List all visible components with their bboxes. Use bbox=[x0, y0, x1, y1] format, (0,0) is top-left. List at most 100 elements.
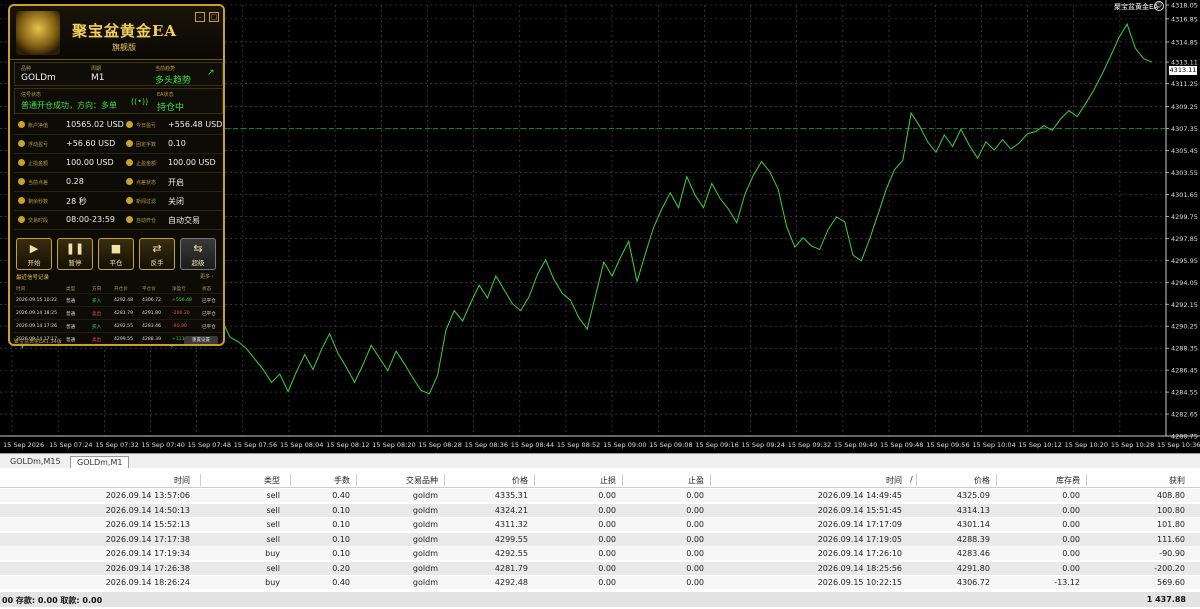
symbol-label: 品种 bbox=[21, 66, 32, 72]
stat-value: 08:00-23:59 bbox=[66, 215, 115, 224]
super-button[interactable]: ⇆ 超级 bbox=[180, 238, 216, 270]
signal-log-title: 最近信号记录 bbox=[16, 275, 50, 281]
table-row[interactable]: 2026.09.14 17:17:38 sell 0.10 goldm 4299.55 0… bbox=[0, 532, 1200, 546]
table-row[interactable]: 2026.09.14 17:26:38 sell 0.20 goldm 4281.79 0… bbox=[0, 561, 1200, 575]
minimize-icon[interactable]: – bbox=[195, 12, 205, 22]
log-cell: 已平仓 bbox=[202, 325, 216, 330]
log-cell: 4299.55 bbox=[114, 337, 133, 342]
ea-state-label: EA状态 bbox=[157, 92, 174, 98]
column-separator[interactable] bbox=[710, 474, 711, 486]
close-position-button[interactable]: ■ 平仓 bbox=[98, 238, 134, 270]
table-row[interactable]: 2026.09.14 18:26:24 buy 0.40 goldm 4292.48 0.… bbox=[0, 576, 1200, 589]
stat-label: 自动开仓 bbox=[136, 218, 157, 224]
column-separator[interactable] bbox=[1086, 474, 1087, 486]
log-cell: 卖出 bbox=[92, 338, 102, 343]
column-separator[interactable] bbox=[356, 474, 357, 486]
column-header[interactable]: 价格 bbox=[974, 475, 990, 486]
column-header[interactable]: 价格 bbox=[512, 475, 528, 486]
total-summary: 00 存款: 0.00 取款: 0.00 bbox=[2, 596, 103, 605]
log-row: 2026.09.14 18:25 普通 卖出 4281.79 4291.80 -200.2… bbox=[14, 307, 223, 320]
table-cell: 0.10 bbox=[332, 549, 350, 558]
column-header[interactable]: / bbox=[910, 475, 913, 484]
ea-smiley-icon: ☺ bbox=[1154, 1, 1164, 11]
info-row-signal: 信号状态 普通开仓成功，方向：多单 ((•)) EA状态 持仓中 bbox=[14, 88, 223, 114]
ea-panel[interactable]: 聚宝盆黄金EA 旗舰版 – ▢ 品种 GOLDm 周期 M1 当前趋势 多头趋势… bbox=[8, 4, 225, 346]
time-tick-label: 15 Sep 07:24 bbox=[49, 441, 92, 449]
column-separator[interactable] bbox=[622, 474, 623, 486]
table-cell: goldm bbox=[412, 505, 438, 515]
stat-label: 止盈金额 bbox=[136, 161, 157, 167]
time-tick-label: 15 Sep 10:04 bbox=[972, 441, 1015, 449]
log-cell: 4292.48 bbox=[114, 298, 133, 303]
column-separator[interactable] bbox=[916, 474, 917, 486]
ea-logo-icon bbox=[16, 11, 60, 55]
column-header[interactable]: 止盈 bbox=[688, 475, 704, 486]
reverse-button[interactable]: ⇄ 反手 bbox=[139, 238, 175, 270]
close-icon[interactable]: ▢ bbox=[209, 12, 219, 22]
signal-log-header: 最近信号记录 更多 › bbox=[14, 272, 223, 282]
price-tick-label: 4305.45 bbox=[1171, 147, 1198, 155]
table-row[interactable]: 2026.09.14 15:52:13 sell 0.10 goldm 4311.32 0… bbox=[0, 518, 1200, 531]
table-row[interactable]: 2026.09.14 13:57:06 sell 0.40 goldm 4335.31 0… bbox=[0, 489, 1200, 502]
log-more-link[interactable]: 更多 › bbox=[200, 273, 214, 280]
table-row[interactable]: 2026.09.14 14:50:13 sell 0.10 goldm 4324.21 0… bbox=[0, 503, 1200, 517]
table-cell: 0.00 bbox=[1062, 549, 1080, 558]
column-separator[interactable] bbox=[200, 474, 201, 486]
time-tick-label: 15 Sep 08:28 bbox=[418, 441, 461, 449]
price-tick-label: 4307.35 bbox=[1171, 125, 1198, 133]
table-cell: 2026.09.14 17:26:10 bbox=[817, 549, 902, 558]
stat-value: 开启 bbox=[168, 178, 184, 187]
table-cell: 0.00 bbox=[1062, 534, 1080, 544]
column-separator[interactable] bbox=[290, 474, 291, 486]
column-header[interactable]: 获利 bbox=[1169, 475, 1185, 486]
column-separator[interactable] bbox=[444, 474, 445, 486]
period-label: 周期 bbox=[91, 66, 102, 72]
button-icon: ▶ bbox=[29, 242, 39, 255]
log-cell: 4281.79 bbox=[114, 311, 133, 316]
column-header[interactable]: 手数 bbox=[334, 475, 350, 486]
table-cell: 0.00 bbox=[686, 578, 704, 587]
table-cell: 100.80 bbox=[1157, 505, 1185, 515]
pause-button[interactable]: ❚❚ 暂停 bbox=[57, 238, 93, 270]
table-cell: sell bbox=[266, 491, 280, 500]
table-cell: 2026.09.14 15:51:45 bbox=[817, 505, 902, 515]
ea-subtitle: 旗舰版 bbox=[112, 43, 136, 52]
log-cell: 4283.46 bbox=[142, 324, 161, 329]
table-cell: 0.00 bbox=[598, 505, 616, 515]
price-tick-label: 4309.25 bbox=[1171, 103, 1198, 111]
table-row[interactable]: 2026.09.14 17:19:34 buy 0.10 goldm 4292.55 0.… bbox=[0, 547, 1200, 560]
table-cell: sell bbox=[266, 505, 280, 515]
column-header[interactable]: 时间 bbox=[174, 475, 190, 486]
column-header[interactable]: 类型 bbox=[264, 475, 280, 486]
column-header[interactable]: 库存费 bbox=[1056, 475, 1080, 486]
log-cell: 已平仓 bbox=[202, 299, 216, 304]
start-button[interactable]: ▶ 开始 bbox=[16, 238, 52, 270]
stat-label: 点差状态 bbox=[136, 180, 157, 186]
price-tick-label: 4311.25 bbox=[1171, 80, 1198, 88]
log-row: 2026.09.15 10:22 普通 买入 4292.48 4306.72 +556.4… bbox=[14, 294, 223, 307]
column-separator[interactable] bbox=[996, 474, 997, 486]
table-cell: 0.00 bbox=[686, 505, 704, 515]
stat-icon bbox=[18, 216, 25, 223]
info-row-symbol: 品种 GOLDm 周期 M1 当前趋势 多头趋势 ↗ bbox=[14, 62, 223, 86]
column-header[interactable]: 止损 bbox=[600, 475, 616, 486]
time-tick-label: 15 Sep 09:48 bbox=[880, 441, 923, 449]
total-profit: 1 437.88 bbox=[1146, 595, 1186, 604]
column-header[interactable]: 时间 bbox=[886, 475, 902, 486]
log-cell: 买入 bbox=[92, 299, 102, 304]
table-cell: 4281.79 bbox=[494, 563, 528, 573]
button-icon: ❚❚ bbox=[65, 242, 85, 255]
log-header-cell: 方向 bbox=[92, 287, 102, 292]
column-separator[interactable] bbox=[534, 474, 535, 486]
stat-value: 10565.02 USD bbox=[66, 120, 124, 129]
table-cell: 0.00 bbox=[1062, 563, 1080, 573]
time-tick-label: 15 Sep 07:48 bbox=[188, 441, 231, 449]
log-cell: 4291.80 bbox=[142, 311, 161, 316]
column-header[interactable]: 交易品种 bbox=[406, 475, 438, 486]
reset-settings-button[interactable]: 重置设置 bbox=[184, 336, 218, 344]
table-cell: 4292.48 bbox=[494, 578, 528, 587]
log-cell: -90.90 bbox=[172, 324, 187, 329]
stat-row: 止损金额 100.00 USD 止盈金额 100.00 USD bbox=[14, 154, 223, 173]
signal-value: 普通开仓成功，方向：多单 bbox=[21, 101, 117, 110]
symbol-value: GOLDm bbox=[21, 73, 56, 83]
